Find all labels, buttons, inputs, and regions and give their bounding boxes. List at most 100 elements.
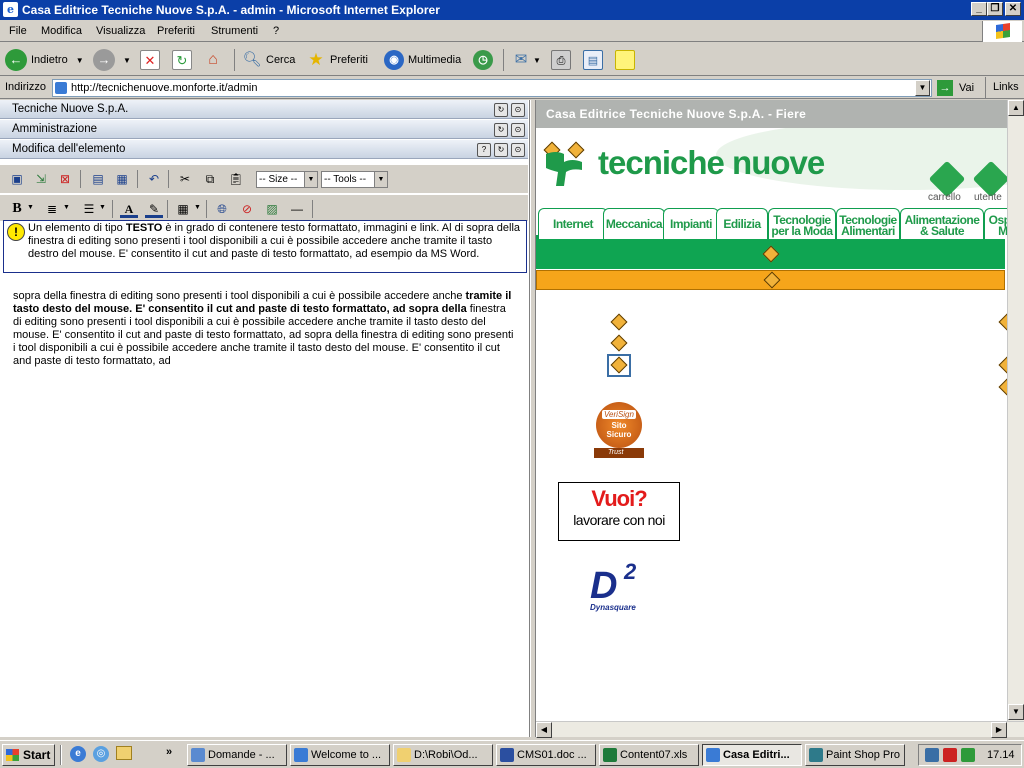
help-icon[interactable]: ? [477, 143, 491, 157]
search-button[interactable]: 🔍︎ Cerca [242, 49, 295, 71]
mail-dropdown-icon[interactable]: ▼ [533, 56, 541, 65]
size-select[interactable]: -- Size -- ▼ [256, 171, 318, 188]
refresh-icon[interactable]: ↻ [494, 103, 508, 117]
align-icon[interactable]: ≣ [43, 200, 61, 218]
minimize-button[interactable]: _ [971, 2, 987, 16]
cut-icon[interactable]: ✂ [176, 170, 194, 188]
bold-dropdown-icon[interactable]: ▼ [27, 204, 34, 211]
forward-dropdown-icon[interactable]: ▼ [123, 56, 131, 65]
dynasquare-logo[interactable]: D 2 Dynasquare [586, 559, 652, 621]
tab-meccanica[interactable]: Meccanica [603, 208, 665, 239]
ie-quicklaunch-icon[interactable]: e [70, 746, 86, 762]
address-dropdown-button[interactable]: ▼ [915, 80, 930, 96]
tools-select[interactable]: -- Tools -- ▼ [321, 171, 388, 188]
tray-app-icon[interactable] [961, 748, 975, 762]
task-domande[interactable]: Domande - ... [187, 744, 287, 766]
home-button[interactable]: ⌂ [203, 49, 223, 71]
task-word[interactable]: CMS01.doc ... [496, 744, 596, 766]
refresh-button[interactable]: ↻ [172, 49, 192, 71]
scroll-up-icon[interactable]: ▲ [1008, 100, 1024, 116]
highlight-icon[interactable]: ✎ [145, 200, 163, 218]
task-welcome[interactable]: Welcome to ... [290, 744, 390, 766]
start-button[interactable]: Start [2, 744, 55, 766]
network-icon[interactable] [925, 748, 939, 762]
font-color-icon[interactable]: A [120, 200, 138, 218]
print-button[interactable]: ⎙ [551, 49, 571, 71]
undo-icon[interactable]: ↶ [145, 170, 163, 188]
copy-icon[interactable]: ⧉ [201, 170, 219, 188]
task-paintshop[interactable]: Paint Shop Pro [805, 744, 905, 766]
quicklaunch-more-icon[interactable]: » [166, 746, 172, 758]
careers-banner[interactable]: Vuoi? lavorare con noi [558, 482, 680, 541]
link-icon[interactable]: 🌐︎ [213, 200, 231, 218]
list-dropdown-icon[interactable]: ▼ [99, 204, 106, 211]
menu-help[interactable]: ? [273, 25, 279, 37]
table-dropdown-icon[interactable]: ▼ [194, 204, 201, 211]
collapse-icon[interactable]: ⊙ [511, 123, 525, 137]
collapse-icon[interactable]: ⊙ [511, 143, 525, 157]
menu-preferiti[interactable]: Preferiti [157, 25, 195, 37]
table-icon[interactable]: ▦ [113, 170, 131, 188]
forward-button[interactable]: → ▼ [93, 49, 131, 71]
verisign-seal[interactable]: VeriSign Sito Sicuro Trust [594, 402, 644, 460]
vertical-scrollbar[interactable]: ▲ ▼ [1007, 100, 1024, 721]
form-icon[interactable]: ▤ [89, 170, 107, 188]
save-exit-icon[interactable]: ⇲ [32, 170, 50, 188]
tab-tecnologie-alimentari[interactable]: Tecnologie Alimentari [836, 208, 900, 239]
refresh-icon[interactable]: ↻ [494, 143, 508, 157]
edit-marker-icon[interactable] [610, 334, 628, 352]
bold-button[interactable]: B [8, 200, 26, 218]
cart-label[interactable]: carrello [928, 192, 961, 203]
edit-marker-icon[interactable] [763, 271, 781, 289]
horizontal-scrollbar[interactable]: ◀ ▶ [536, 721, 1024, 738]
scroll-down-icon[interactable]: ▼ [1008, 704, 1024, 720]
panel-header-company[interactable]: Tecniche Nuove S.p.A. ↻ ⊙ [0, 100, 528, 119]
history-button[interactable]: ◷ [473, 49, 493, 71]
favorites-button[interactable]: ★ Preferiti [306, 49, 368, 71]
tab-internet[interactable]: Internet [538, 208, 608, 239]
media-button[interactable]: ◉ Multimedia [384, 49, 461, 71]
outlook-quicklaunch-icon[interactable]: ◎ [93, 746, 109, 762]
save-icon[interactable]: ▣ [8, 170, 26, 188]
scroll-right-icon[interactable]: ▶ [991, 722, 1007, 738]
mail-button[interactable]: ✉ ▼ [511, 49, 541, 71]
tab-edilizia[interactable]: Edilizia [716, 208, 768, 239]
tab-tecnologie-moda[interactable]: Tecnologie per la Moda [768, 208, 836, 239]
folder-quicklaunch-icon[interactable] [116, 746, 132, 760]
close-button[interactable]: ✕ [1005, 2, 1021, 16]
edit-marker-icon[interactable] [610, 313, 628, 331]
text-editor[interactable]: sopra della finestra di editing sono pre… [3, 276, 527, 736]
notes-button[interactable] [615, 49, 635, 71]
menu-strumenti[interactable]: Strumenti [211, 25, 258, 37]
back-dropdown-icon[interactable]: ▼ [76, 56, 84, 65]
stop-button[interactable]: ✕ [140, 49, 160, 71]
clock[interactable]: 17.14 [987, 745, 1015, 765]
task-excel[interactable]: Content07.xls [599, 744, 699, 766]
antivirus-icon[interactable] [943, 748, 957, 762]
user-label[interactable]: utente [974, 192, 1002, 203]
cancel-icon[interactable]: ⊠ [56, 170, 74, 188]
panel-header-edit-element[interactable]: Modifica dell'elemento ? ↻ ⊙ [0, 140, 528, 159]
refresh-icon[interactable]: ↻ [494, 123, 508, 137]
insert-table-icon[interactable]: ▦ [174, 200, 192, 218]
menu-file[interactable]: File [9, 25, 27, 37]
panel-header-admin[interactable]: Amministrazione ↻ ⊙ [0, 120, 528, 139]
collapse-icon[interactable]: ⊙ [511, 103, 525, 117]
task-ie-active[interactable]: Casa Editri... [702, 744, 802, 766]
back-button[interactable]: ← Indietro ▼ [5, 49, 84, 71]
tab-alimentazione-salute[interactable]: Alimentazione & Salute [900, 208, 984, 239]
unlink-icon[interactable]: ⊘ [238, 200, 256, 218]
horizontal-rule-icon[interactable]: — [288, 200, 306, 218]
task-folder[interactable]: D:\Robi\Od... [393, 744, 493, 766]
edit-button[interactable]: ▤ [583, 49, 603, 71]
paste-icon[interactable]: 📋︎ [227, 170, 245, 188]
maximize-button[interactable]: ❐ [987, 2, 1003, 16]
scroll-left-icon[interactable]: ◀ [536, 722, 552, 738]
links-label[interactable]: Links [993, 81, 1019, 93]
image-icon[interactable]: ▨ [263, 200, 281, 218]
address-input[interactable]: http://tecnichenuove.monforte.it/admin [52, 79, 932, 97]
menu-modifica[interactable]: Modifica [41, 25, 82, 37]
align-dropdown-icon[interactable]: ▼ [63, 204, 70, 211]
list-icon[interactable]: ☰ [80, 200, 98, 218]
edit-marker-icon[interactable] [762, 245, 780, 263]
